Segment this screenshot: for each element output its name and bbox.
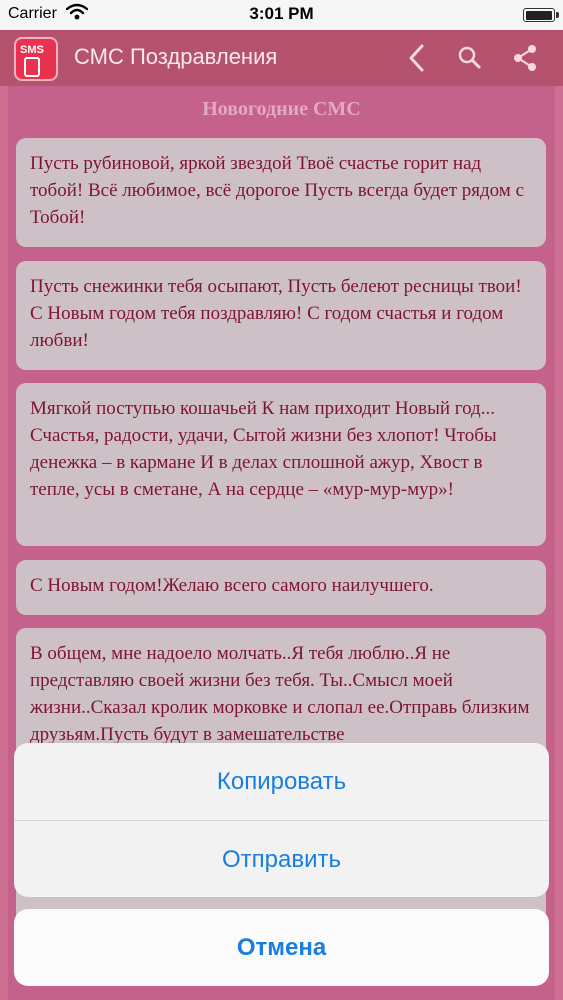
app-title: СМС Поздравления xyxy=(74,44,278,69)
message-card[interactable]: С Новым годом!Желаю всего самого наилучш… xyxy=(16,560,546,615)
section-title: Новогодние СМС xyxy=(202,98,361,120)
copy-button[interactable]: Копировать xyxy=(14,743,549,820)
message-card[interactable]: Мягкой поступью кошачьей К нам приходит … xyxy=(16,383,546,546)
cancel-button[interactable]: Отмена xyxy=(14,909,549,986)
battery-icon xyxy=(523,8,559,22)
sms-phone-icon xyxy=(24,57,40,77)
action-sheet: Копировать Отправить xyxy=(14,743,549,897)
share-icon[interactable] xyxy=(507,40,543,76)
status-bar: Carrier 3:01 PM xyxy=(0,0,563,30)
message-card[interactable]: Пусть рубиновой, яркой звездой Твоё счас… xyxy=(16,138,546,247)
message-card[interactable]: Пусть снежинки тебя осыпают, Пусть белею… xyxy=(16,261,546,370)
status-time: 3:01 PM xyxy=(249,4,314,23)
back-icon[interactable] xyxy=(400,40,436,76)
send-button[interactable]: Отправить xyxy=(14,820,549,897)
app-logo-text: SMS xyxy=(20,44,44,56)
app-logo: SMS xyxy=(14,37,58,81)
search-icon[interactable] xyxy=(452,40,488,76)
app-header: SMS СМС Поздравления xyxy=(0,30,563,86)
